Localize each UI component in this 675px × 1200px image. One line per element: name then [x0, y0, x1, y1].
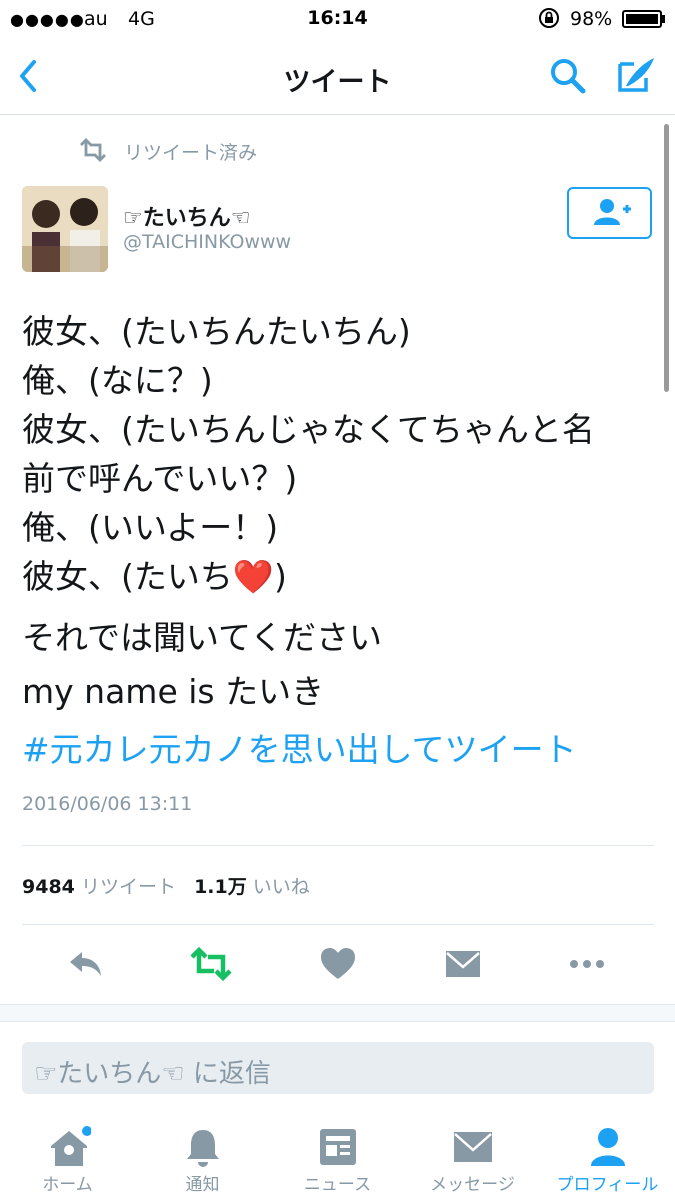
status-bar: ●●●●● au 4G 16:14 98%	[0, 0, 675, 40]
tab-label: プロフィール	[556, 1175, 659, 1195]
tab-profile[interactable]: プロフィール	[540, 1110, 675, 1200]
heart-icon	[321, 948, 355, 979]
follow-button[interactable]	[567, 187, 652, 239]
reply-icon	[70, 952, 101, 976]
like-count-label[interactable]: いいね	[253, 876, 310, 898]
tab-bar: ホーム 通知 ニュース メッセージ プロフィール	[0, 1110, 675, 1200]
tweet-text-line: my name is たいき	[22, 672, 325, 711]
retweet-small-icon	[78, 137, 108, 167]
tweet-text-line: それでは聞いてください	[22, 618, 383, 657]
reply-input[interactable]: ☞たいちん☜ に返信	[22, 1042, 654, 1094]
like-button[interactable]	[318, 944, 358, 984]
direct-message-button[interactable]	[443, 944, 483, 984]
battery-icon	[622, 10, 662, 28]
more-button[interactable]	[567, 944, 607, 984]
hashtag-link[interactable]: #元カレ元カノを思い出してツイート	[22, 730, 577, 770]
tweet-text-line: 彼女、(たいちんたいちん)	[22, 312, 411, 351]
tweet-text-line: 彼女、(たいちんじゃなくてちゃんと名	[22, 410, 595, 449]
add-user-icon	[594, 199, 631, 225]
person-icon	[591, 1128, 625, 1166]
user-handle[interactable]: @TAICHINKOwww	[123, 231, 291, 253]
tab-label: 通知	[185, 1175, 220, 1195]
news-icon	[320, 1129, 356, 1165]
tab-messages[interactable]: メッセージ	[405, 1110, 540, 1200]
search-button[interactable]	[548, 56, 588, 96]
reply-placeholder: ☞たいちん☜ に返信	[34, 1059, 271, 1089]
tweet-text-line: 彼女、(たいち❤️)	[22, 557, 287, 596]
retweet-button[interactable]	[189, 944, 232, 984]
rotation-lock-icon	[537, 6, 561, 35]
retweet-count[interactable]: 9484	[22, 876, 75, 898]
tweet-text-line: 前で呼んでいい？)	[22, 459, 298, 498]
divider	[22, 845, 654, 846]
tweet-timestamp: 2016/06/06 13:11	[22, 793, 193, 815]
compose-button[interactable]	[614, 54, 658, 98]
nav-bar: ツイート	[0, 40, 675, 115]
reply-button[interactable]	[66, 944, 106, 984]
bell-icon	[187, 1130, 219, 1167]
envelope-icon	[454, 1132, 492, 1162]
battery-percent: 98%	[570, 8, 613, 30]
user-display-name[interactable]: ☞たいちん☜	[123, 200, 250, 232]
compose-icon	[618, 58, 654, 92]
tweet-stats: 9484 リツイート 1.1万 いいね	[22, 872, 310, 899]
retweet-count-label[interactable]: リツイート	[81, 876, 176, 898]
tweet-text-line: 俺、(いいよー！)	[22, 508, 279, 547]
home-icon	[51, 1126, 91, 1166]
divider	[22, 924, 654, 925]
tab-label: ホーム	[42, 1175, 93, 1195]
retweet-icon	[190, 946, 232, 982]
tab-home[interactable]: ホーム	[0, 1110, 135, 1200]
tab-label: メッセージ	[430, 1175, 515, 1195]
scrollbar[interactable]	[664, 124, 669, 392]
more-icon	[570, 960, 604, 968]
tab-notifications[interactable]: 通知	[135, 1110, 270, 1200]
tab-news[interactable]: ニュース	[270, 1110, 405, 1200]
tab-label: ニュース	[303, 1175, 372, 1195]
search-icon	[551, 59, 586, 94]
avatar[interactable]	[22, 186, 108, 272]
envelope-icon	[446, 951, 480, 977]
tweet-text-line: 俺、(なに？)	[22, 361, 213, 400]
retweeted-label: リツイート済み	[124, 142, 258, 164]
like-count[interactable]: 1.1万	[194, 876, 247, 898]
section-separator	[0, 1004, 675, 1022]
